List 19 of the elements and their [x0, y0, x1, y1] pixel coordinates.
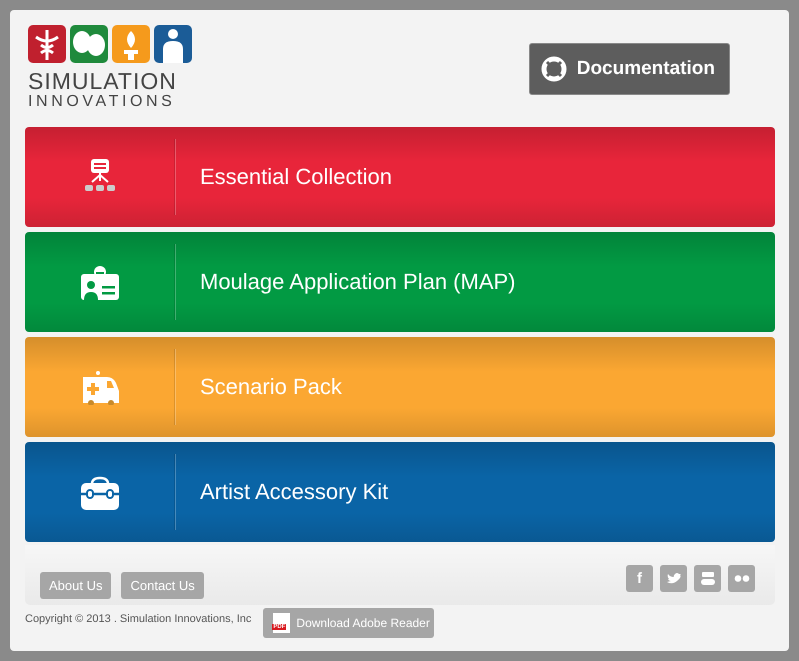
social-button[interactable]: [660, 565, 687, 592]
social-button[interactable]: [728, 565, 755, 592]
social-button[interactable]: f: [626, 565, 653, 592]
documentation-button[interactable]: Documentation: [528, 43, 730, 95]
logo-title: SIMULATION: [28, 69, 178, 93]
lifebuoy-icon: [540, 56, 567, 82]
bird-icon: [666, 573, 680, 584]
social-button[interactable]: [694, 565, 721, 592]
footer-link[interactable]: Contact Us: [121, 572, 204, 599]
copyright-text: Copyright © 2013 . Simulation Innovations, Inc: [25, 613, 252, 625]
menu-bar[interactable]: Essential Collection: [25, 127, 775, 227]
video-logo-icon: [700, 571, 716, 586]
menu-bar[interactable]: Moulage Application Plan (MAP): [25, 232, 775, 332]
menu-bar[interactable]: Scenario Pack: [25, 337, 775, 437]
logo-subtitle: INNOVATIONS: [28, 93, 176, 110]
logo-tiles-icon: [28, 25, 194, 63]
footer-link[interactable]: About Us: [40, 572, 112, 599]
menu-bar[interactable]: Artist Accessory Kit: [25, 442, 775, 542]
two-dots-icon: [734, 575, 750, 582]
